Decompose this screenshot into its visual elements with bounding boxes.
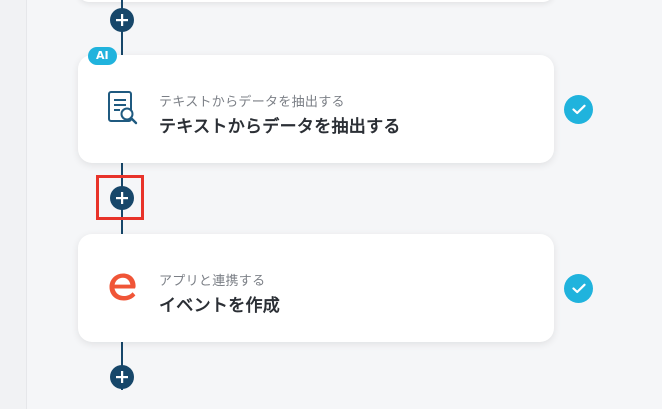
highlight-box xyxy=(96,175,144,220)
step-title: イベントを作成 xyxy=(159,296,281,316)
step-card-extract-text[interactable]: AI テキストからデータを抽出する テキストからデータを抽出する xyxy=(78,47,554,163)
step-subtitle: アプリと連携する xyxy=(159,274,266,289)
add-step-button[interactable] xyxy=(110,365,134,389)
completed-check-icon xyxy=(564,274,593,303)
step-subtitle: テキストからデータを抽出する xyxy=(159,95,345,110)
plus-icon xyxy=(116,14,128,26)
add-step-button[interactable] xyxy=(110,8,134,32)
plus-icon xyxy=(116,371,128,383)
document-search-icon xyxy=(104,90,140,126)
completed-check-icon xyxy=(564,95,593,124)
left-panel-edge xyxy=(0,0,27,409)
previous-step-card[interactable] xyxy=(78,0,554,2)
eventbrite-e-icon xyxy=(104,269,140,305)
step-title: テキストからデータを抽出する xyxy=(159,117,401,137)
step-card-create-event[interactable]: アプリと連携する イベントを作成 xyxy=(78,234,554,342)
ai-badge: AI xyxy=(88,47,117,65)
